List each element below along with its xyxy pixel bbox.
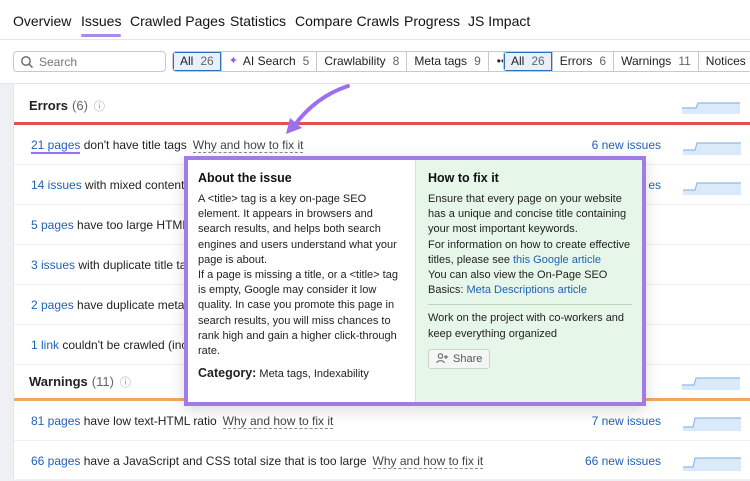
about-issue-panel: About the issue A <title> tag is a key o…	[188, 160, 415, 402]
issue-count-link[interactable]: 3 issues	[31, 258, 75, 272]
add-user-icon	[436, 353, 448, 364]
errors-heading: Errors (6) ⓘ	[29, 98, 105, 113]
how-to-fix-title: How to fix it	[428, 171, 499, 185]
why-fix-link[interactable]: Why and how to fix it	[192, 138, 304, 153]
tab-progress[interactable]: Progress	[404, 13, 460, 29]
tab-overview[interactable]: Overview	[13, 13, 71, 29]
table-row[interactable]: 66 pages have a JavaScript and CSS total…	[14, 441, 750, 481]
category-filter-group: All 26 ✦ AI Search 5 Crawlability 8 Meta tag…	[172, 51, 519, 72]
about-issue-text-2: If a page is missing a title, or a <titl…	[198, 269, 398, 358]
new-issues-link[interactable]: 6 new issues	[592, 138, 661, 152]
sparkle-icon: ✦	[228, 55, 238, 67]
filter-crawlability[interactable]: Crawlability 8	[317, 52, 408, 71]
share-text: Work on the project with co-workers and …	[428, 312, 625, 340]
search-placeholder: Search	[39, 55, 78, 69]
divider	[428, 304, 632, 306]
severity-all[interactable]: All 26	[504, 52, 553, 71]
issue-category: Category: Meta tags, Indexability	[198, 366, 369, 381]
errors-trend-sparkline	[682, 102, 740, 114]
filter-all[interactable]: All 26	[173, 52, 222, 71]
filter-ai-search[interactable]: ✦ AI Search 5	[222, 52, 318, 71]
issue-count-link[interactable]: 1 link	[31, 338, 59, 352]
new-issues-link[interactable]: 7 new issues	[592, 414, 661, 428]
fix-text: Ensure that every page on your website h…	[428, 193, 627, 236]
issue-count-link[interactable]: 14 issues	[31, 178, 82, 192]
issue-info-popover: About the issue A <title> tag is a key o…	[184, 156, 646, 406]
annotation-arrow-icon	[286, 84, 350, 134]
why-fix-link[interactable]: Why and how to fix it	[222, 414, 334, 429]
table-row[interactable]: 81 pages have low text-HTML ratio Why and…	[14, 401, 750, 441]
about-issue-text: A <title> tag is a key on-page SEO eleme…	[198, 193, 397, 266]
warnings-heading: Warnings (11) ⓘ	[29, 374, 131, 389]
severity-errors[interactable]: Errors 6	[553, 52, 615, 71]
info-icon[interactable]: ⓘ	[120, 377, 131, 389]
warnings-trend-sparkline	[682, 377, 740, 390]
severity-filter-group: All26 Errors6 Warnings11 Notices9	[503, 51, 750, 72]
severity-warnings[interactable]: Warnings 11	[614, 52, 699, 71]
why-fix-link[interactable]: Why and how to fix it	[372, 454, 484, 469]
new-issues-link[interactable]: 66 new issues	[585, 454, 661, 468]
tab-compare-crawls[interactable]: Compare Crawls	[295, 13, 399, 29]
new-issues-link[interactable]: es	[648, 178, 661, 192]
meta-descriptions-article-link[interactable]: Meta Descriptions article	[467, 284, 587, 296]
issue-count-link[interactable]: 5 pages	[31, 218, 74, 232]
row-trend-sparkline	[683, 182, 741, 195]
row-trend-sparkline	[683, 457, 741, 471]
search-icon	[21, 56, 33, 68]
filter-bar: Search All 26 ✦ AI Search 5 Crawlability 8 M…	[0, 40, 750, 84]
google-article-link[interactable]: this Google article	[513, 254, 601, 266]
issue-count-link[interactable]: 66 pages	[31, 454, 80, 468]
tab-issues[interactable]: Issues	[81, 13, 122, 37]
issue-count-link[interactable]: 81 pages	[31, 414, 80, 428]
info-icon[interactable]: ⓘ	[94, 101, 105, 113]
tab-crawled-pages[interactable]: Crawled Pages	[130, 13, 225, 29]
issue-count-link[interactable]: 21 pages	[31, 138, 81, 154]
about-issue-title: About the issue	[198, 171, 292, 185]
filter-meta-tags[interactable]: Meta tags 9	[407, 52, 489, 71]
fix-text-3: You can also view the On-Page SEO Basics…	[428, 269, 608, 297]
share-button[interactable]: Share	[428, 348, 491, 369]
top-nav: Overview Issues Crawled Pages Statistics…	[0, 0, 750, 40]
row-trend-sparkline	[683, 142, 741, 155]
fix-text-2: For information on how to create effecti…	[428, 238, 631, 266]
tab-statistics[interactable]: Statistics	[230, 13, 286, 29]
row-trend-sparkline	[683, 417, 741, 431]
how-to-fix-panel: How to fix it Ensure that every page on …	[415, 160, 642, 402]
issue-count-link[interactable]: 2 pages	[31, 298, 74, 312]
severity-notices[interactable]: Notices9	[699, 52, 750, 71]
tab-js-impact[interactable]: JS Impact	[468, 13, 530, 29]
search-input[interactable]: Search	[13, 51, 166, 72]
